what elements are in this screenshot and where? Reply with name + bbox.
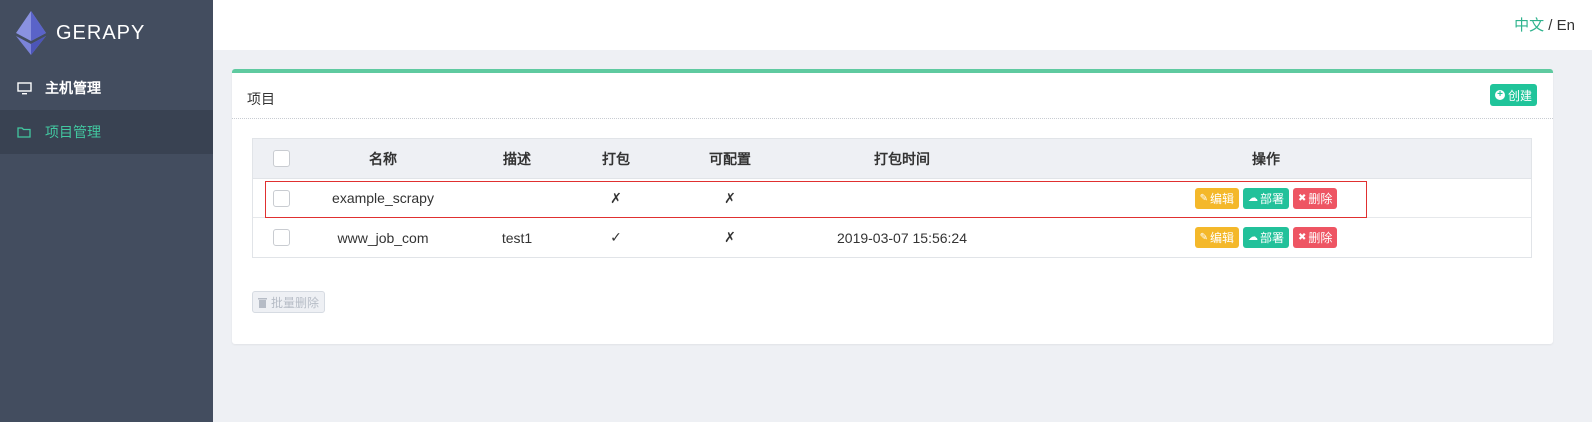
edit-button[interactable]: ✎ 编辑 bbox=[1194, 227, 1239, 248]
row-checkbox[interactable] bbox=[272, 189, 290, 207]
edit-button-label: 编辑 bbox=[1209, 191, 1234, 206]
card-header: 项目 + 创建 bbox=[232, 73, 1553, 119]
column-header-built-at: 打包时间 bbox=[874, 150, 930, 167]
project-built-at: 2019-03-07 15:56:24 bbox=[837, 229, 967, 246]
delete-button[interactable]: ✖ 删除 bbox=[1293, 187, 1338, 209]
edit-icon: ✎ bbox=[1199, 192, 1208, 204]
sidebar: GERAPY 主机管理 项目管理 bbox=[0, 0, 213, 422]
sidebar-item-label: 项目管理 bbox=[45, 124, 101, 140]
project-description bbox=[467, 179, 567, 217]
project-built-status: ✓ bbox=[610, 229, 622, 245]
batch-delete-button[interactable]: 批量删除 bbox=[252, 291, 326, 313]
brand[interactable]: GERAPY bbox=[0, 0, 213, 66]
deploy-button-label: 部署 bbox=[1259, 191, 1284, 206]
sidebar-item-hosts[interactable]: 主机管理 bbox=[0, 66, 213, 110]
lang-zh-link[interactable]: 中文 bbox=[1514, 17, 1544, 34]
delete-button[interactable]: ✖ 删除 bbox=[1293, 227, 1338, 248]
project-configurable-status: ✗ bbox=[724, 229, 736, 245]
sidebar-item-projects[interactable]: 项目管理 bbox=[0, 110, 213, 154]
project-name: example_scrapy bbox=[332, 190, 434, 206]
projects-card: 项目 + 创建 名称 描述 打包 可配置 打包时间 操作 example_scr… bbox=[232, 69, 1553, 344]
project-name: www_job_com bbox=[337, 229, 429, 246]
top-bar: 中文 / En bbox=[213, 0, 1592, 50]
language-switcher: 中文 / En bbox=[1514, 14, 1575, 35]
create-button-label: 创建 bbox=[1507, 88, 1532, 103]
sidebar-item-label: 主机管理 bbox=[45, 80, 101, 96]
delete-button-label: 删除 bbox=[1308, 231, 1333, 245]
select-all-checkbox[interactable] bbox=[272, 150, 290, 167]
deploy-button[interactable]: ☁ 部署 bbox=[1242, 187, 1289, 209]
edit-button-label: 编辑 bbox=[1209, 231, 1234, 245]
column-header-actions: 操作 bbox=[1252, 150, 1280, 167]
card-title: 项目 bbox=[247, 91, 275, 107]
table-header: 名称 描述 打包 可配置 打包时间 操作 bbox=[253, 139, 1531, 179]
row-select-cell bbox=[271, 218, 291, 257]
row-select-cell bbox=[271, 179, 291, 217]
edit-button[interactable]: ✎ 编辑 bbox=[1194, 187, 1239, 209]
lang-en-link[interactable]: En bbox=[1557, 17, 1575, 34]
folder-icon bbox=[16, 125, 32, 139]
row-actions: ✎ 编辑 ☁ 部署 ✖ 删除 bbox=[1166, 179, 1366, 217]
close-icon: ✖ bbox=[1298, 192, 1307, 204]
close-icon: ✖ bbox=[1298, 232, 1307, 243]
cloud-upload-icon: ☁ bbox=[1247, 232, 1258, 243]
batch-delete-label: 批量删除 bbox=[271, 295, 320, 310]
column-header-built: 打包 bbox=[602, 150, 630, 167]
project-built-status: ✗ bbox=[610, 189, 622, 206]
projects-table: 名称 描述 打包 可配置 打包时间 操作 example_scrapy ✗ ✗ … bbox=[252, 138, 1532, 258]
delete-button-label: 删除 bbox=[1308, 191, 1333, 206]
project-configurable-status: ✗ bbox=[724, 189, 736, 206]
lang-separator: / bbox=[1548, 17, 1553, 34]
edit-icon: ✎ bbox=[1199, 232, 1208, 243]
monitor-icon bbox=[16, 81, 32, 95]
brand-name: GERAPY bbox=[56, 21, 146, 44]
ethereum-logo-icon bbox=[16, 11, 46, 55]
column-header-description: 描述 bbox=[503, 150, 531, 167]
deploy-button-label: 部署 bbox=[1259, 231, 1284, 245]
row-actions: ✎ 编辑 ☁ 部署 ✖ 删除 bbox=[1166, 218, 1366, 257]
cloud-upload-icon: ☁ bbox=[1247, 192, 1258, 204]
project-description: test1 bbox=[501, 229, 533, 246]
create-button[interactable]: + 创建 bbox=[1489, 84, 1537, 106]
select-all-cell bbox=[271, 139, 291, 178]
trash-icon bbox=[258, 297, 267, 308]
column-header-configurable: 可配置 bbox=[709, 150, 751, 167]
project-built-at bbox=[802, 179, 1002, 217]
deploy-button[interactable]: ☁ 部署 bbox=[1242, 227, 1289, 248]
row-checkbox[interactable] bbox=[272, 229, 290, 246]
table-row: www_job_com test1 ✓ ✗ 2019-03-07 15:56:2… bbox=[253, 218, 1531, 257]
plus-icon: + bbox=[1494, 90, 1505, 100]
table-row: example_scrapy ✗ ✗ ✎ 编辑 ☁ 部署 ✖ 删除 bbox=[253, 179, 1531, 218]
column-header-name: 名称 bbox=[369, 150, 397, 167]
